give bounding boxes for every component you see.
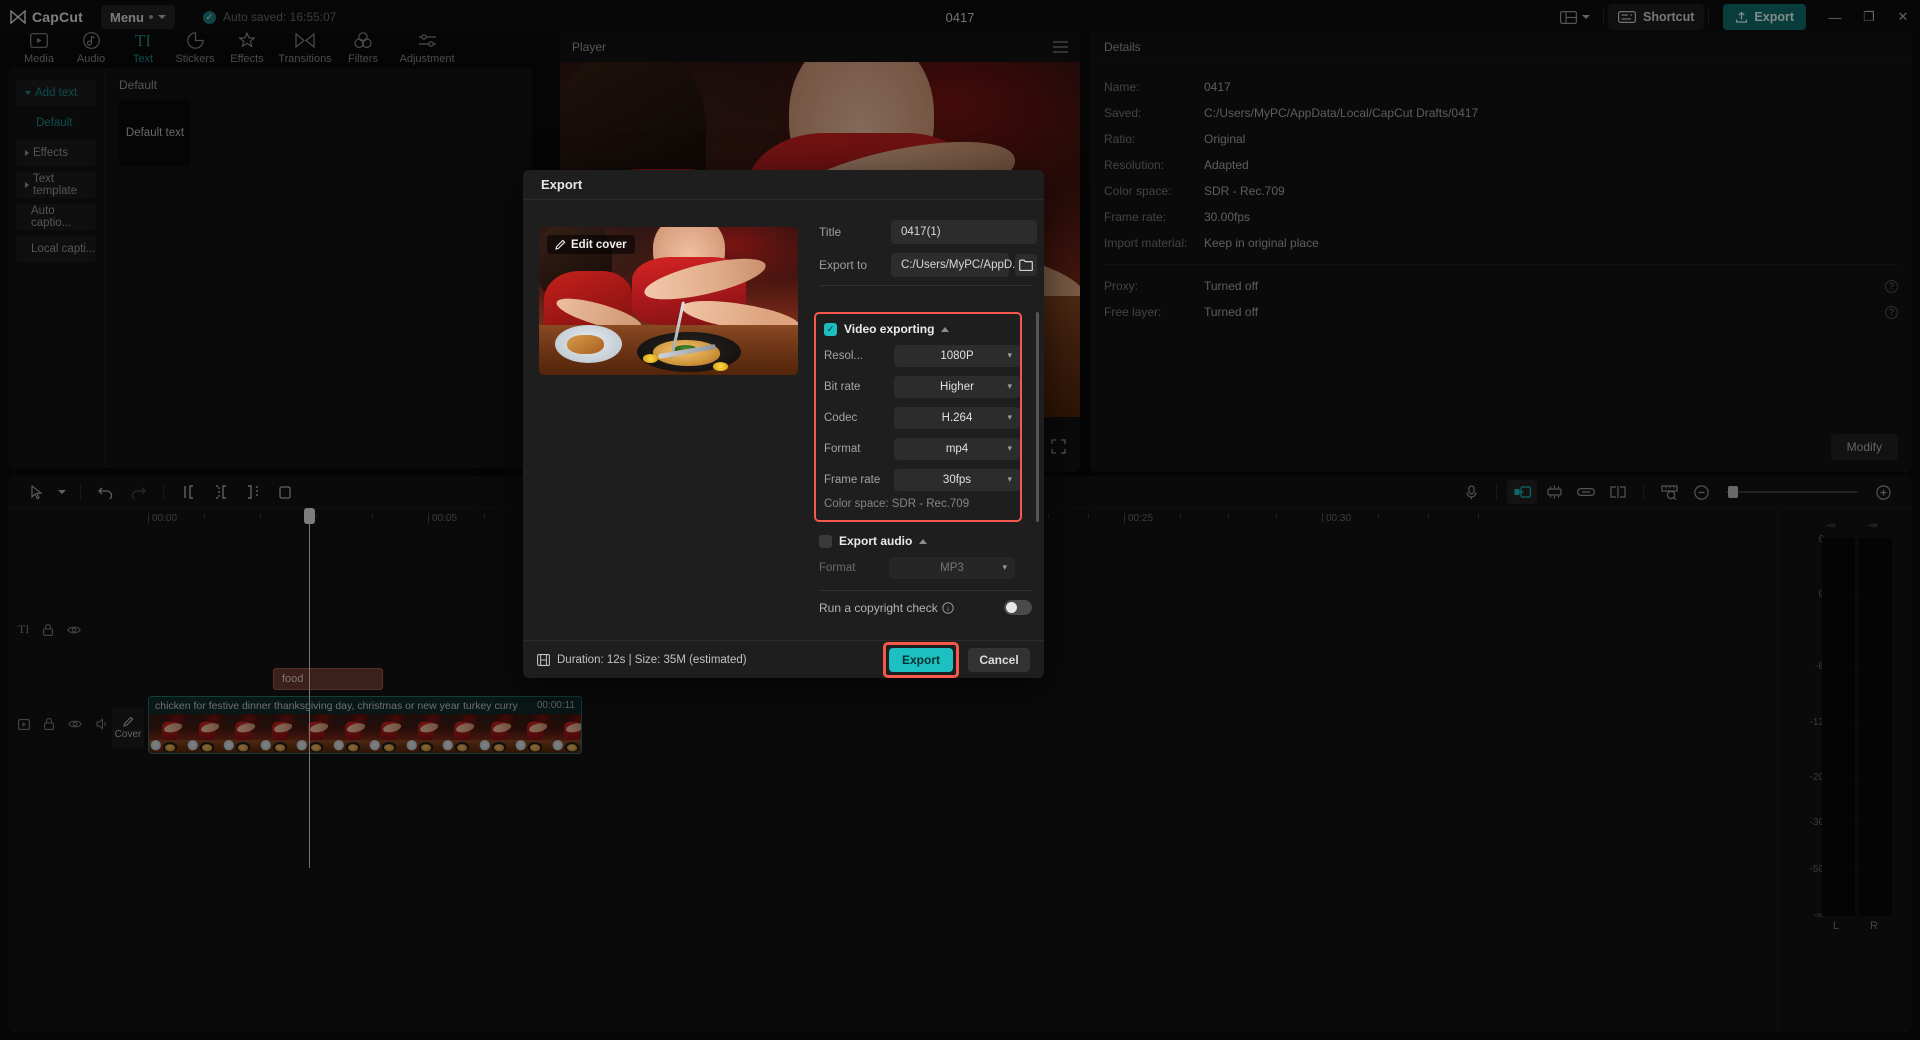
audio-format-label: Format	[819, 561, 856, 574]
export-dialog: Export Edit cover Title 0417(1) Export t…	[523, 170, 1044, 678]
audio-format-select[interactable]: MP3 ▾	[889, 556, 1015, 579]
divider	[819, 590, 1032, 591]
chevron-down-icon: ▾	[1007, 381, 1012, 391]
info-icon[interactable]: i	[942, 601, 954, 614]
chevron-up-icon[interactable]	[919, 538, 928, 544]
export-settings-section: Title 0417(1) Export to C:/Users/MyPC/Ap…	[814, 200, 1044, 640]
export-to-field-row: Export to C:/Users/MyPC/AppD...	[819, 251, 1044, 279]
chevron-down-icon: ▾	[1007, 350, 1012, 360]
export-to-value: C:/Users/MyPC/AppD...	[901, 259, 1022, 271]
framerate-value: 30fps	[942, 473, 972, 486]
export-audio-checkbox[interactable]	[819, 534, 832, 548]
export-audio-header[interactable]: Export audio	[819, 534, 1029, 548]
resolution-label: Resol...	[824, 349, 863, 362]
export-dialog-footer: Duration: 12s | Size: 35M (estimated) Ex…	[523, 640, 1044, 678]
film-icon	[537, 653, 550, 666]
chevron-up-icon[interactable]	[941, 326, 950, 332]
framerate-label: Frame rate	[824, 473, 881, 486]
chevron-down-icon: ▾	[1007, 443, 1012, 453]
audio-format-row: Format MP3 ▾	[819, 555, 1029, 580]
codec-value: H.264	[941, 411, 973, 424]
resolution-row: Resol... 1080P ▾	[824, 343, 1020, 368]
format-select[interactable]: mp4 ▾	[894, 437, 1020, 460]
cancel-label: Cancel	[979, 652, 1019, 667]
bitrate-select[interactable]: Higher ▾	[894, 375, 1020, 398]
chevron-down-icon: ▾	[1002, 562, 1007, 572]
title-input-value: 0417(1)	[901, 226, 941, 238]
duration-size-info: Duration: 12s | Size: 35M (estimated)	[537, 654, 747, 666]
copyright-check-label: Run a copyright check	[819, 600, 938, 615]
codec-row: Codec H.264 ▾	[824, 405, 1020, 430]
export-to-input[interactable]: C:/Users/MyPC/AppD...	[891, 253, 1022, 277]
color-space-note: Color space: SDR - Rec.709	[824, 498, 970, 510]
copyright-check-toggle[interactable]	[1004, 600, 1032, 615]
title-field-row: Title 0417(1)	[819, 218, 1044, 246]
svg-text:i: i	[947, 604, 949, 613]
resolution-value: 1080P	[940, 349, 974, 362]
folder-icon[interactable]	[1015, 254, 1037, 276]
copyright-check-label-wrap: Run a copyright check i	[819, 601, 954, 615]
codec-label: Codec	[824, 411, 858, 424]
video-exporting-header[interactable]: ✓ Video exporting	[824, 322, 1020, 336]
export-dialog-title: Export	[541, 177, 583, 192]
resolution-select[interactable]: 1080P ▾	[894, 344, 1020, 367]
title-field-label: Title	[819, 225, 842, 239]
format-value: mp4	[945, 442, 969, 455]
framerate-select[interactable]: 30fps ▾	[894, 468, 1020, 491]
cancel-button[interactable]: Cancel	[968, 647, 1030, 672]
cover-thumbnail[interactable]: Edit cover	[539, 227, 798, 375]
export-confirm-button[interactable]: Export	[889, 647, 953, 672]
video-exporting-checkbox[interactable]: ✓	[824, 322, 837, 336]
export-audio-group: Export audio Format MP3 ▾ Run a copyrigh…	[819, 534, 1032, 615]
chevron-down-icon: ▾	[1007, 474, 1012, 484]
pencil-icon	[555, 239, 566, 250]
footer-buttons: Export Cancel	[883, 641, 1030, 678]
dialog-scrollbar[interactable]	[1036, 312, 1039, 522]
format-label: Format	[824, 442, 861, 455]
chevron-down-icon: ▾	[1007, 412, 1012, 422]
framerate-row: Frame rate 30fps ▾	[824, 467, 1020, 492]
title-input[interactable]: 0417(1)	[891, 220, 1037, 244]
bitrate-value: Higher	[940, 380, 974, 393]
copyright-check-row: Run a copyright check i	[819, 600, 1032, 615]
codec-select[interactable]: H.264 ▾	[894, 406, 1020, 429]
export-to-label: Export to	[819, 258, 868, 272]
export-button-highlight: Export	[883, 641, 959, 678]
duration-size-text: Duration: 12s | Size: 35M (estimated)	[557, 653, 747, 666]
video-exporting-group: ✓ Video exporting Resol... 1080P ▾ Bit r…	[814, 312, 1022, 522]
bitrate-row: Bit rate Higher ▾	[824, 374, 1020, 399]
toggle-knob	[1006, 602, 1017, 613]
video-exporting-title: Video exporting	[844, 322, 935, 336]
audio-format-value: MP3	[940, 561, 964, 574]
format-row: Format mp4 ▾	[824, 436, 1020, 461]
edit-cover-button[interactable]: Edit cover	[547, 235, 635, 254]
edit-cover-label: Edit cover	[571, 238, 627, 251]
divider	[819, 285, 1032, 286]
export-confirm-label: Export	[901, 652, 940, 667]
export-dialog-header: Export	[523, 170, 1044, 200]
export-cover-section: Edit cover	[523, 200, 819, 640]
export-audio-title: Export audio	[839, 534, 913, 548]
bitrate-label: Bit rate	[824, 380, 861, 393]
export-dialog-body: Edit cover Title 0417(1) Export to C:/Us…	[523, 200, 1044, 640]
